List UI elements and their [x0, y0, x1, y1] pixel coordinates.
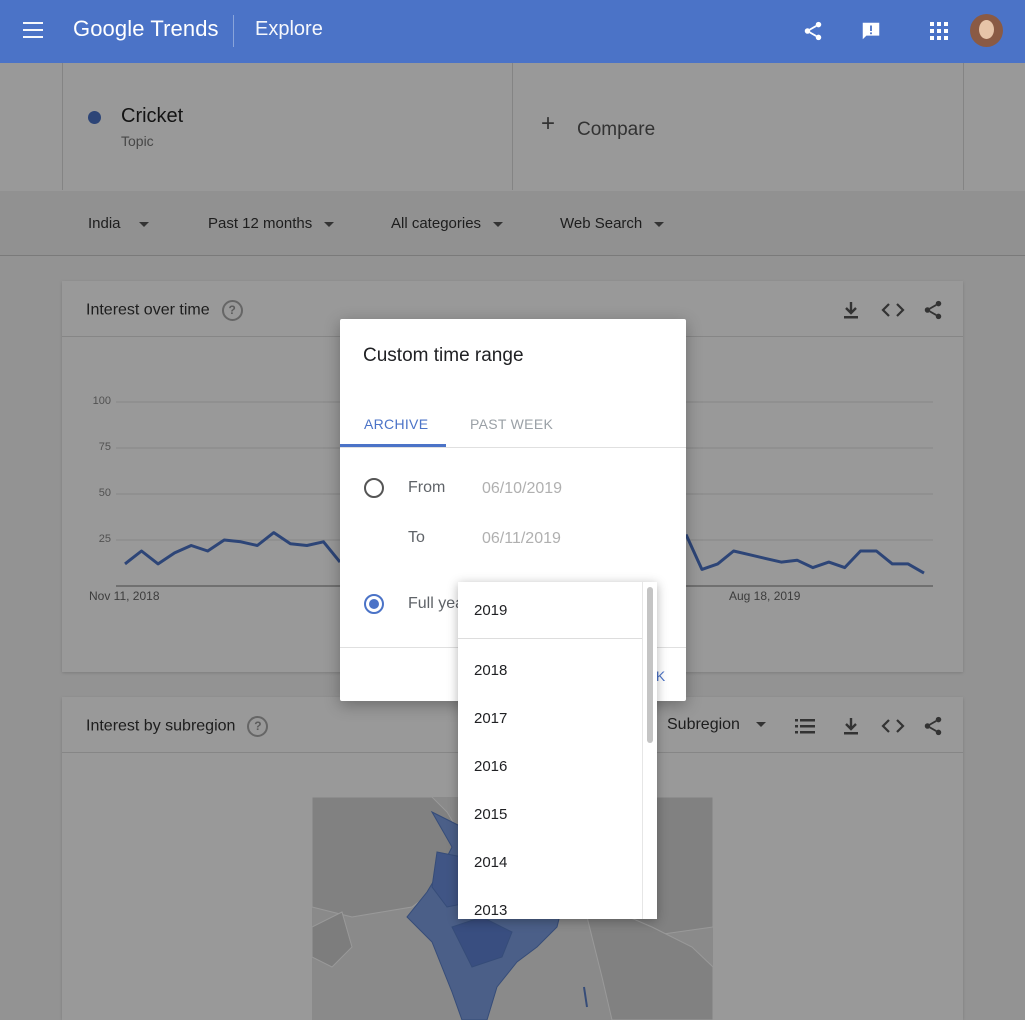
tab-archive[interactable]: ARCHIVE [364, 416, 428, 432]
year-dropdown-menu[interactable]: 2019 2018 2017 2016 2015 2014 2013 [458, 582, 657, 919]
to-date-input[interactable]: 06/11/2019 [482, 530, 561, 548]
dialog-title: Custom time range [363, 345, 524, 366]
scrollbar-track [642, 582, 643, 919]
from-label: From [408, 479, 446, 496]
year-option[interactable]: 2015 [474, 806, 507, 823]
tab-past-week[interactable]: PAST WEEK [470, 416, 553, 432]
year-option[interactable]: 2013 [474, 902, 507, 919]
year-option[interactable]: 2018 [474, 662, 507, 679]
from-date-input[interactable]: 06/10/2019 [482, 480, 562, 498]
year-option[interactable]: 2017 [474, 710, 507, 727]
full-year-radio[interactable] [364, 594, 384, 614]
year-option-selected[interactable]: 2019 [474, 602, 507, 619]
year-option[interactable]: 2016 [474, 758, 507, 775]
tabs-divider [340, 447, 686, 448]
year-option[interactable]: 2014 [474, 854, 507, 871]
to-label: To [408, 529, 425, 546]
date-range-radio[interactable] [364, 478, 384, 498]
scrollbar-thumb[interactable] [647, 587, 653, 743]
dropdown-divider [458, 638, 642, 639]
